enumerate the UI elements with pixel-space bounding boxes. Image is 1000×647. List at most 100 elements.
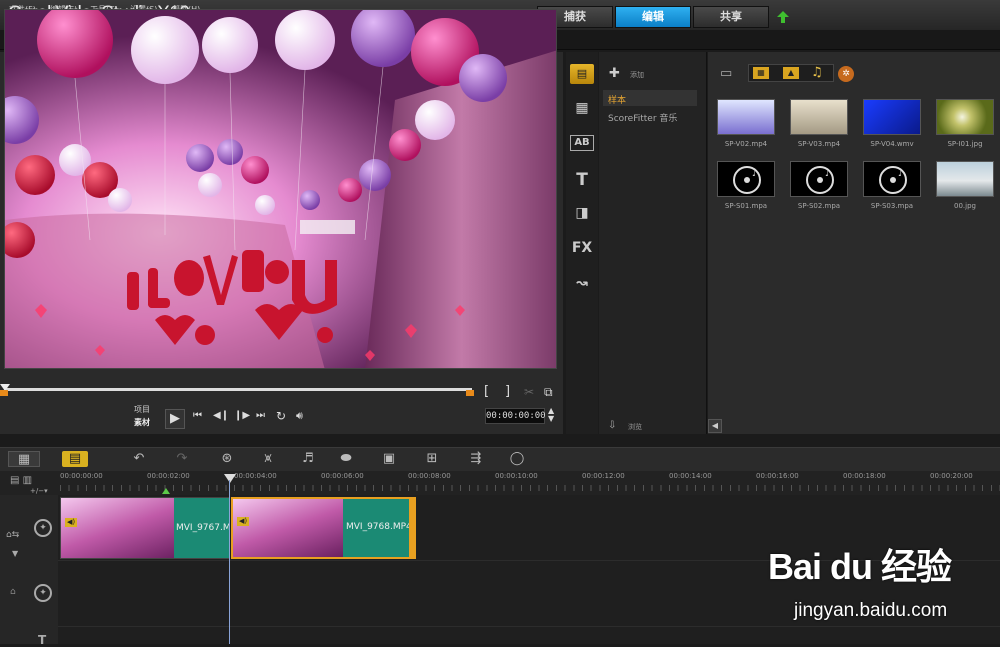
transition-icon[interactable]: AB — [570, 135, 594, 151]
video-thumbnail — [717, 99, 775, 135]
split-clip-icon[interactable]: ✂ — [524, 385, 534, 399]
music-disc-icon: ♪ — [733, 166, 761, 194]
next-frame-icon[interactable]: ❙▶ — [234, 410, 250, 421]
title-icon[interactable]: T — [570, 170, 594, 190]
preview-frame — [4, 9, 557, 369]
mode-project[interactable]: 项目 — [134, 404, 150, 415]
clip-audio-icon: ◀) — [237, 517, 249, 526]
time-remapping-icon[interactable]: ⇶ — [467, 451, 485, 467]
mark-out-button[interactable]: ] — [505, 384, 510, 399]
mark-in-button[interactable]: [ — [484, 384, 489, 399]
playhead-line — [229, 480, 230, 644]
browse-label[interactable]: 浏览 — [628, 422, 642, 432]
library-folder-panel — [599, 52, 707, 434]
library-item-name: SP-S02.mpa — [797, 202, 841, 210]
motion-tracking-icon[interactable]: ⬬ — [337, 451, 355, 467]
ruler-tick: 00:00:18:00 — [843, 472, 886, 480]
zoom-control-icon[interactable]: +/−▾ — [30, 487, 48, 495]
redo-icon[interactable]: ↷ — [173, 451, 191, 467]
ruler-ticks — [60, 485, 1000, 491]
show-audio-icon[interactable]: ♫ — [811, 65, 823, 80]
previous-frame-icon[interactable]: ◀❙ — [213, 410, 229, 421]
ruler-tick: 00:00:10:00 — [495, 472, 538, 480]
preview-image — [5, 10, 556, 368]
timeline-view-icon[interactable]: ▤ — [62, 451, 88, 467]
image-thumbnail — [936, 99, 994, 135]
overlay-track-icon[interactable]: ✦ — [34, 584, 52, 602]
play-icon[interactable]: ▶ — [165, 409, 185, 429]
timecode-stepper-icon[interactable]: ▲ ▼ — [548, 407, 554, 423]
go-to-start-icon[interactable]: ⏮ — [193, 410, 202, 421]
preview-scrubber[interactable] — [4, 388, 472, 391]
instant-project-icon[interactable]: ▦ — [570, 100, 594, 120]
video-track-icon[interactable]: ✦ — [34, 519, 52, 537]
path-icon[interactable]: ↝ — [570, 275, 594, 295]
playhead-handle[interactable] — [224, 474, 236, 483]
sort-icon[interactable]: ✲ — [838, 66, 854, 82]
browse-icon[interactable]: ⇩ — [608, 420, 616, 431]
ruler-tick: 00:00:06:00 — [321, 472, 364, 480]
add-folder-icon[interactable]: ✚ — [609, 66, 620, 81]
collapse-options-icon[interactable]: ◀ — [708, 419, 722, 433]
ruler-tick: 00:00:08:00 — [408, 472, 451, 480]
library-item[interactable]: 00.jpg — [930, 155, 1000, 217]
track-options-arrow-icon[interactable]: ▼ — [12, 549, 18, 558]
tab-share[interactable]: 共享 — [693, 6, 769, 28]
mode-clip[interactable]: 素材 — [134, 417, 150, 428]
media-library-icon[interactable]: ▤ — [570, 64, 594, 84]
cue-marker-icon[interactable] — [162, 488, 170, 494]
show-videos-icon[interactable]: ▦ — [753, 67, 769, 79]
library-item[interactable]: ♪ SP-S03.mpa — [857, 155, 927, 217]
video-thumbnail — [790, 99, 848, 135]
svg-text:♪: ♪ — [825, 169, 831, 179]
undo-icon[interactable]: ↶ — [130, 451, 148, 467]
graphic-icon[interactable]: ◨ — [570, 205, 594, 225]
library-item[interactable]: SP-I01.jpg — [930, 93, 1000, 155]
folder-icon[interactable]: ▭ — [720, 66, 732, 81]
library-item[interactable]: SP-V03.mp4 — [784, 93, 854, 155]
subtitle-editor-icon[interactable]: ▣ — [380, 451, 398, 467]
tab-edit[interactable]: 编辑 — [615, 6, 691, 28]
timecode-display[interactable]: 00:00:00:00 — [485, 408, 546, 424]
ruler-tick: 00:00:04:00 — [234, 472, 277, 480]
trim-end-marker[interactable] — [466, 390, 474, 396]
timeline-clip-selected[interactable]: ◀) MVI_9768.MP4 — [231, 497, 416, 559]
timeline-clip[interactable]: ◀) MVI_9767.M — [60, 497, 230, 559]
folder-scorefitter[interactable]: ScoreFitter 音乐 — [608, 111, 677, 124]
track-manager-icon[interactable]: ▤ ▥ — [10, 475, 32, 486]
ruler-tick: 00:00:14:00 — [669, 472, 712, 480]
show-photos-icon[interactable]: ▲ — [783, 67, 799, 79]
upload-arrow-icon[interactable] — [776, 10, 790, 24]
trim-start-marker[interactable] — [0, 390, 8, 396]
add-folder-label[interactable]: 添加 — [630, 70, 644, 80]
clip-name: MVI_9768.MP4 — [346, 522, 412, 532]
library-item[interactable]: SP-V04.wmv — [857, 93, 927, 155]
audio-thumbnail: ♪ — [717, 161, 775, 197]
folder-samples[interactable]: 样本 — [608, 93, 626, 106]
auto-music-icon[interactable]: ♬ — [299, 451, 317, 467]
overlay-link-icon[interactable]: ⌂ — [10, 587, 16, 597]
audio-thumbnail: ♪ — [863, 161, 921, 197]
image-thumbnail — [936, 161, 994, 197]
library-item[interactable]: ♪ SP-S02.mpa — [784, 155, 854, 217]
mask-creator-icon[interactable]: ◯ — [508, 451, 526, 467]
ripple-editing-icon[interactable]: ⌂⇆ — [6, 530, 19, 540]
sound-mixer-icon[interactable]: ⩙ — [259, 451, 277, 467]
title-track-icon[interactable]: T — [38, 633, 46, 647]
multi-camera-icon[interactable]: ⊞ — [423, 451, 441, 467]
clip-thumbnail — [61, 498, 174, 558]
enlarge-preview-icon[interactable]: ⧉ — [544, 385, 553, 400]
repeat-icon[interactable]: ↻ — [276, 409, 286, 423]
volume-icon[interactable]: 🔊︎ — [296, 409, 303, 423]
svg-text:♪: ♪ — [752, 169, 758, 179]
go-to-end-icon[interactable]: ⏭ — [256, 410, 265, 421]
ruler-tick: 00:00:16:00 — [756, 472, 799, 480]
storyboard-view-icon[interactable]: ▦ — [8, 451, 40, 467]
clip-trim-handle[interactable] — [409, 499, 414, 557]
library-item-name: SP-V02.mp4 — [724, 140, 768, 148]
ruler-tick: 00:00:00:00 — [60, 472, 103, 480]
filter-fx-icon[interactable]: FX — [570, 240, 594, 260]
record-capture-icon[interactable]: ⊛ — [218, 451, 236, 467]
library-item[interactable]: ♪ SP-S01.mpa — [711, 155, 781, 217]
library-item[interactable]: SP-V02.mp4 — [711, 93, 781, 155]
